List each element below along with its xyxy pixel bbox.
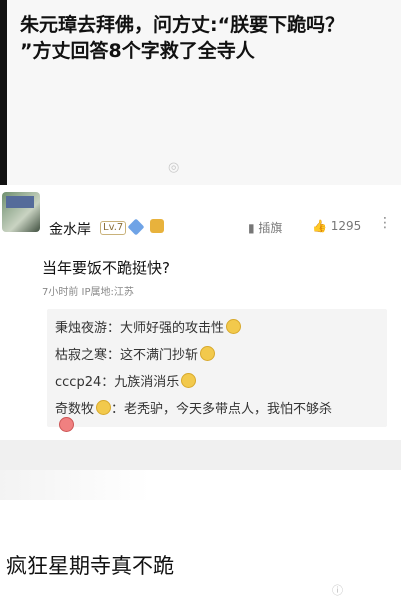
comment-meta: 7小时前 IP属地:江苏 — [42, 287, 134, 298]
emoji-icon — [200, 346, 216, 361]
level-badge: Lv.7 — [100, 221, 127, 235]
section-divider — [0, 440, 401, 470]
like-button[interactable]: 👍 1295 — [312, 219, 361, 233]
reply-text: ：九族消消乐 — [101, 375, 180, 390]
blur-shadow — [0, 470, 150, 500]
replies-panel: 秉烛夜游：大师好强的攻击性 枯寂之寒：这不满门抄斩 cccp24：九族消消乐 奇… — [47, 309, 387, 432]
caption-section: 疯狂星期寺真不跪 ⓘ — [0, 470, 401, 597]
emoji-icon — [181, 373, 197, 388]
left-black-bar — [0, 0, 7, 185]
comment-text: 当年要饭不跪挺快? — [42, 259, 170, 277]
emoji-icon — [96, 400, 112, 415]
reply-item[interactable]: cccp24：九族消消乐 — [55, 371, 197, 390]
reply-author[interactable]: cccp24 — [55, 375, 101, 390]
more-options-icon[interactable]: ⋮ — [378, 215, 393, 231]
reply-item[interactable]: 奇数牧 ：老秃驴，今天多带点人，我怕不够杀 — [55, 398, 332, 417]
report-button[interactable]: ▮ 插旗 — [248, 219, 282, 236]
reply-author[interactable]: 枯寂之寒 — [55, 348, 107, 363]
flag-icon — [6, 196, 34, 208]
emoji-icon — [226, 319, 242, 334]
thumbs-up-icon: 👍 — [312, 219, 327, 233]
reply-author[interactable]: 秉烛夜游 — [55, 321, 107, 336]
reply-text: ：大师好强的攻击性 — [107, 321, 225, 336]
reply-item[interactable]: 枯寂之寒：这不满门抄斩 — [55, 344, 216, 363]
caption-text: 疯狂星期寺真不跪 — [6, 554, 174, 578]
like-count: 1295 — [330, 219, 362, 233]
vip-diamond-icon — [127, 218, 145, 236]
emoji-line — [57, 417, 74, 434]
headline-line-1: 朱元璋去拜佛，问方丈:“朕要下跪吗？ — [20, 14, 345, 36]
weibo-watermark-icon: ◎ — [168, 160, 180, 175]
username[interactable]: 金水岸 — [49, 219, 91, 239]
reply-author[interactable]: 奇数牧 — [55, 402, 94, 417]
bottom-watermark-icon: ⓘ — [332, 584, 343, 597]
reply-item[interactable]: 秉烛夜游：大师好强的攻击性 — [55, 317, 242, 336]
avatar[interactable] — [2, 192, 40, 232]
headline: 朱元璋去拜佛，问方丈:“朕要下跪吗？ ”方丈回答8个字救了全寺人 — [20, 12, 390, 64]
comment-card: 金水岸 Lv.7 ▮ 插旗 👍 1295 ⋮ 当年要饭不跪挺快? 7小时前 IP… — [0, 185, 401, 440]
angry-emoji-icon — [59, 417, 74, 432]
reply-text: ：这不满门抄斩 — [107, 348, 199, 363]
headline-line-2: ”方丈回答8个字救了全寺人 — [20, 40, 255, 62]
medal-icon — [150, 219, 164, 233]
header-section: 朱元璋去拜佛，问方丈:“朕要下跪吗？ ”方丈回答8个字救了全寺人 ◎ — [0, 0, 401, 185]
reply-text: ：老秃驴，今天多带点人，我怕不够杀 — [111, 402, 333, 417]
